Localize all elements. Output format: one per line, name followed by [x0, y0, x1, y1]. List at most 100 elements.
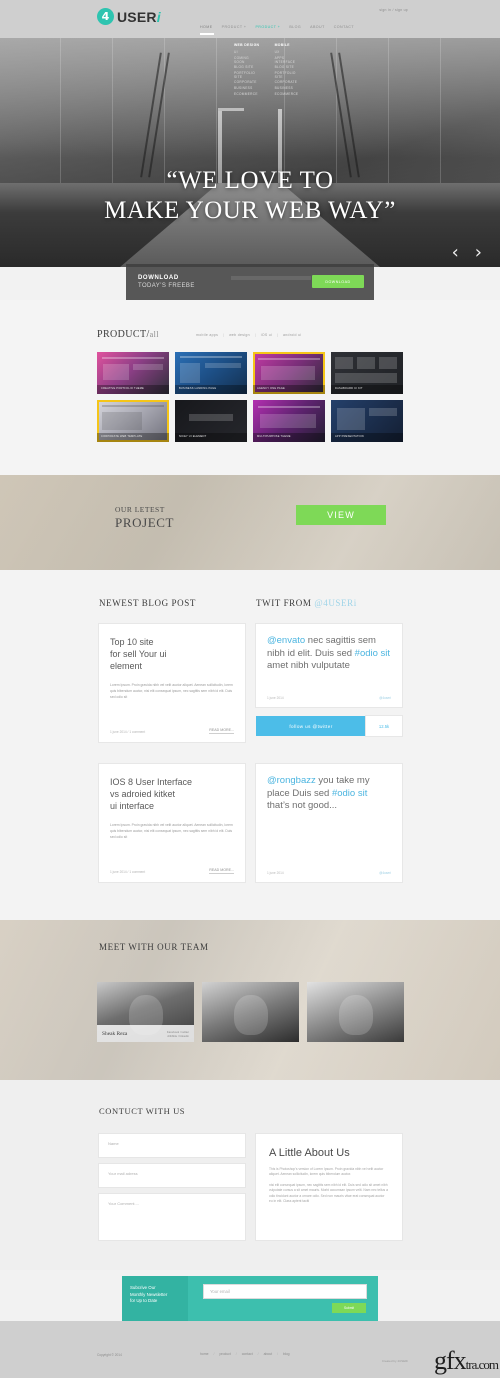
blog-read-more-link[interactable]: READ MORE...: [209, 868, 234, 874]
download-bar: DOWNLOAD TODAY’S FREEBE DOWNLOAD: [126, 264, 374, 300]
team-member-photo: [338, 995, 373, 1036]
slider-next-icon[interactable]: ›: [475, 244, 482, 262]
dropdown-item[interactable]: BLOG SITE: [234, 65, 261, 69]
hero-slider-controls: ‹ ›: [452, 244, 482, 262]
footer-nav-about[interactable]: about: [264, 1352, 273, 1356]
product-filter-web-design[interactable]: web design: [229, 333, 250, 337]
site-footer: Copyright © 2014 home / product / contac…: [0, 1321, 500, 1378]
product-tile[interactable]: DASHBOARD UI KIT: [331, 352, 403, 394]
contact-heading: CONTUCT WITH US: [99, 1106, 186, 1116]
blog-read-more-link[interactable]: READ MORE...: [209, 728, 234, 734]
product-tile[interactable]: NICEY UI ELEMENT: [175, 400, 247, 442]
newsletter-email-input[interactable]: Your email: [204, 1285, 366, 1298]
about-us-paragraph-2: nisi elit consequat ipsum, nec sagittis …: [269, 1182, 388, 1204]
dropdown-item[interactable]: CORPORATE: [234, 80, 261, 84]
download-button[interactable]: DOWNLOAD: [312, 275, 364, 288]
product-tile[interactable]: BUSINESS LANDING PAGE: [175, 352, 247, 394]
contact-email-input[interactable]: Your mail adress: [99, 1164, 245, 1187]
nav-item-about[interactable]: ABOUT: [310, 25, 325, 29]
blog-post-card[interactable]: Top 10 site for sell Your ui element Lor…: [99, 624, 245, 742]
hero-quote-line2: MAKE YOUR WEB WAY”: [104, 197, 396, 224]
team-member-card[interactable]: [307, 982, 404, 1042]
signin-signup-link[interactable]: sign in / sign up: [379, 8, 408, 12]
nav-item-product-1[interactable]: PRODUCT +: [222, 25, 247, 29]
nav-item-blog[interactable]: BLOG: [289, 25, 301, 29]
tile-caption-text: MULTIPURPOSE THEME: [257, 435, 291, 438]
logo[interactable]: 4 USERi: [97, 8, 161, 25]
nav-item-home[interactable]: HOME: [200, 25, 213, 29]
footer-nav-blog[interactable]: blog: [283, 1352, 289, 1356]
logo-text: USERi: [117, 9, 161, 25]
dropdown-item[interactable]: COMING SOON: [234, 56, 261, 64]
dropdown-item[interactable]: PORTFOLIO SITE: [275, 71, 302, 79]
nav-item-product-2[interactable]: PRODUCT +: [255, 25, 280, 29]
team-member-card[interactable]: Sheak Reza Facebook / twitter dribbble /…: [97, 982, 194, 1042]
product-tile[interactable]: APP PRESENTATION: [331, 400, 403, 442]
about-us-paragraph-1: This is Photoshop’s version of Lorem Ips…: [269, 1167, 384, 1177]
tweet-hashtag[interactable]: #odio sit: [332, 788, 367, 799]
twitter-follower-count: 12.5k: [366, 716, 402, 736]
contact-comment-input[interactable]: Your Comment....: [99, 1194, 245, 1240]
tweet-mention[interactable]: @rongbazz: [267, 775, 316, 786]
tile-caption-text: APP PRESENTATION: [335, 435, 364, 438]
twitter-handle[interactable]: @4USERi: [314, 598, 357, 608]
about-us-box: A Little About Us This is Photoshop’s ve…: [256, 1134, 402, 1240]
tweet-via[interactable]: @4useri: [379, 696, 391, 700]
blog-post-title: Top 10 site for sell Your ui element: [110, 637, 167, 671]
product-tile-selected[interactable]: CORPORATE WEB TEMPLATE: [97, 400, 169, 442]
tile-caption: CORPORATE WEB TEMPLATE: [97, 433, 169, 442]
footer-nav: home / product / contact / about / blog: [200, 1352, 289, 1356]
product-filter-mobile-apps[interactable]: mobile apps: [196, 333, 218, 337]
tweet-card[interactable]: @envato nec sagittis sem nibh id elit. D…: [256, 624, 402, 707]
product-tile-selected[interactable]: AGENCY ONE PAGE: [253, 352, 325, 394]
tweet-hashtag[interactable]: #odio sit: [355, 648, 390, 659]
about-us-title: A Little About Us: [269, 1147, 350, 1159]
team-member-role: Facebook / twitter dribbble / linkedin: [166, 1029, 189, 1038]
product-tile[interactable]: CREATIVE PORTFOLIO THEME: [97, 352, 169, 394]
follow-twitter-button[interactable]: follow us @twitter: [256, 716, 366, 736]
team-member-name: Sheak Reza: [102, 1030, 128, 1037]
newsletter-bar: Subcrive Our Monthly Newsletter for Up t…: [122, 1276, 378, 1321]
newsletter-submit-button[interactable]: Submit: [332, 1303, 366, 1313]
nav-item-contact[interactable]: CONTACT: [334, 25, 354, 29]
dropdown-item[interactable]: UX: [275, 50, 302, 54]
view-project-button[interactable]: VIEW: [296, 505, 386, 525]
tile-caption: MULTIPURPOSE THEME: [253, 433, 325, 442]
blog-post-card[interactable]: IOS 8 User Interface vs adroied kitket u…: [99, 764, 245, 882]
tile-block: [335, 373, 397, 383]
footer-nav-product[interactable]: product: [219, 1352, 230, 1356]
product-heading-suffix: all: [149, 330, 159, 339]
dropdown-column-web-design: WEB DESIGN UI COMING SOON BLOG SITE PORT…: [234, 43, 261, 96]
tile-caption-text: AGENCY ONE PAGE: [257, 387, 285, 390]
dropdown-item[interactable]: CORPORATE: [275, 80, 302, 84]
logo-badge-icon: 4: [97, 8, 114, 25]
team-heading: MEET WITH OUR TEAM: [99, 942, 209, 952]
filter-separator: |: [223, 333, 225, 337]
dropdown-item[interactable]: ECOMMERCE: [234, 92, 261, 96]
tweet-via[interactable]: @4useri: [379, 871, 391, 875]
dropdown-item[interactable]: UI: [234, 50, 261, 54]
product-filter-ios-ui[interactable]: iOS ui: [261, 333, 272, 337]
slider-prev-icon[interactable]: ‹: [452, 244, 459, 262]
team-member-card[interactable]: [202, 982, 299, 1042]
dropdown-item[interactable]: APPS INTERFACE: [275, 56, 302, 64]
tile-block: [103, 364, 129, 380]
dropdown-item[interactable]: PORTFOLIO SITE: [234, 71, 261, 79]
tweet-date: 1 june 2014: [267, 696, 284, 700]
tweet-mention[interactable]: @envato: [267, 635, 305, 646]
footer-nav-home[interactable]: home: [200, 1352, 208, 1356]
product-filter-android-ui[interactable]: android ui: [283, 333, 301, 337]
tweet-body-2: amet nibh vulputate: [267, 660, 350, 671]
dropdown-item[interactable]: ECOMMERCE: [275, 92, 302, 96]
dropdown-item[interactable]: BUSINESS: [275, 86, 302, 90]
bridge-tower-cap: [218, 108, 244, 111]
tweet-card[interactable]: @rongbazz you take my place Duis sed #od…: [256, 764, 402, 882]
dropdown-item[interactable]: BLOG SITE: [275, 65, 302, 69]
dropdown-item[interactable]: BUSINESS: [234, 86, 261, 90]
tweet-text: @rongbazz you take my place Duis sed #od…: [256, 764, 402, 813]
contact-name-input[interactable]: Name: [99, 1134, 245, 1157]
product-tile[interactable]: MULTIPURPOSE THEME: [253, 400, 325, 442]
footer-nav-contact[interactable]: contact: [242, 1352, 253, 1356]
tile-bar: [102, 357, 164, 359]
main-nav: HOME PRODUCT + PRODUCT + BLOG ABOUT CONT…: [200, 25, 354, 29]
